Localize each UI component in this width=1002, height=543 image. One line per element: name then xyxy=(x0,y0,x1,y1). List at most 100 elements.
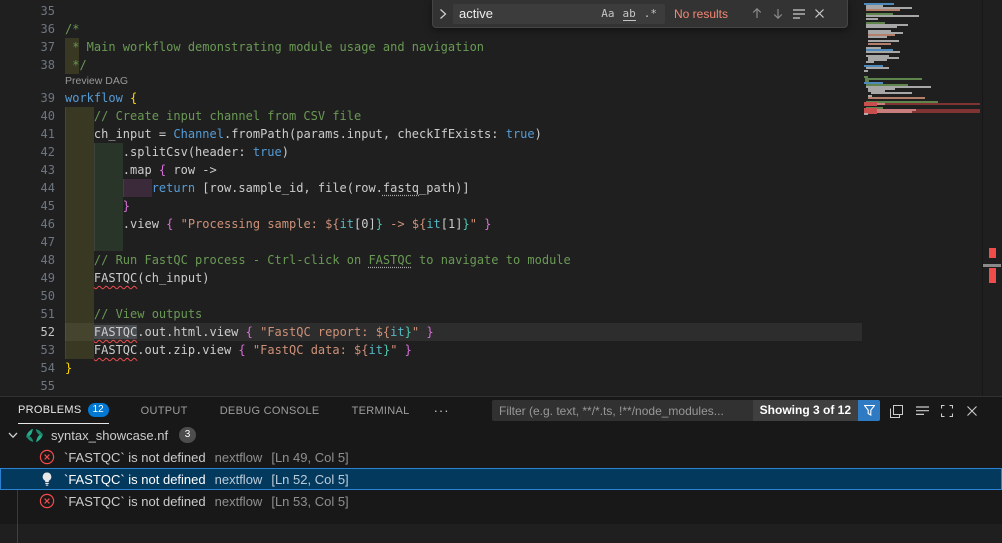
regex-icon[interactable]: .* xyxy=(640,7,661,20)
problem-row[interactable]: `FASTQC` is not definednextflow[Ln 53, C… xyxy=(0,490,1002,512)
line-number: 35 xyxy=(0,2,55,20)
indent-highlight xyxy=(65,233,94,251)
line-number: 48 xyxy=(0,251,55,269)
line-number: 53 xyxy=(0,341,55,359)
problem-message: `FASTQC` is not defined xyxy=(64,472,206,487)
error-icon xyxy=(39,493,55,509)
line-number: 41 xyxy=(0,125,55,143)
problems-filter-input[interactable]: Filter (e.g. text, **/*.ts, !**/node_mod… xyxy=(492,400,880,421)
problem-source: nextflow xyxy=(215,494,263,509)
code-line[interactable]: 53 FASTQC.out.zip.view { "FastQC data: $… xyxy=(65,341,862,359)
line-number: 47 xyxy=(0,233,55,251)
problems-count-badge: 12 xyxy=(88,403,109,417)
filter-funnel-icon[interactable] xyxy=(858,400,880,421)
code-line[interactable]: 42 .splitCsv(header: true) xyxy=(65,143,862,161)
cursor-position-mark xyxy=(983,264,1001,267)
line-number: 46 xyxy=(0,215,55,233)
code-line[interactable]: 38 */ xyxy=(65,56,862,74)
showing-count-badge: Showing 3 of 12 xyxy=(753,400,858,421)
indent-guide xyxy=(94,233,95,251)
code-line[interactable]: 48 // Run FastQC process - Ctrl-click on… xyxy=(65,251,862,269)
find-query[interactable]: active xyxy=(459,6,597,21)
panel-header: PROBLEMS 12 OUTPUT DEBUG CONSOLE TERMINA… xyxy=(0,397,1002,424)
line-number: 49 xyxy=(0,269,55,287)
close-panel-icon[interactable] xyxy=(962,401,982,421)
line-number: 50 xyxy=(0,287,55,305)
overview-ruler[interactable] xyxy=(982,0,1002,396)
code-lines[interactable]: 3536/*37 * Main workflow demonstrating m… xyxy=(65,2,862,395)
code-line[interactable]: 43 .map { row -> xyxy=(65,161,862,179)
find-in-selection-icon[interactable] xyxy=(788,3,809,25)
line-number: 51 xyxy=(0,305,55,323)
line-number: 42 xyxy=(0,143,55,161)
line-number: 38 xyxy=(0,56,55,74)
close-find-icon[interactable] xyxy=(809,3,830,25)
problems-file-row[interactable]: syntax_showcase.nf 3 xyxy=(0,424,1002,446)
problem-source: nextflow xyxy=(215,450,263,465)
code-line[interactable]: 41 ch_input = Channel.fromPath(params.in… xyxy=(65,125,862,143)
code-line[interactable]: 54} xyxy=(65,359,862,377)
problems-file-name: syntax_showcase.nf xyxy=(51,428,168,443)
code-line[interactable]: 39workflow { xyxy=(65,89,862,107)
view-as-table-icon[interactable] xyxy=(886,401,906,421)
whole-word-icon[interactable]: ab xyxy=(619,7,640,20)
code-line[interactable]: 40 // Create input channel from CSV file xyxy=(65,107,862,125)
problem-row[interactable]: `FASTQC` is not defined nextflow [Ln 49, C… xyxy=(0,446,1002,468)
error-mark xyxy=(989,268,996,283)
indent-guide xyxy=(65,233,66,251)
problems-panel: PROBLEMS 12 OUTPUT DEBUG CONSOLE TERMINA… xyxy=(0,396,1002,524)
error-mark xyxy=(989,248,996,258)
tab-debug-console[interactable]: DEBUG CONSOLE xyxy=(220,397,320,424)
problem-position: [Ln 53, Col 5] xyxy=(271,494,348,509)
code-editor[interactable]: 3536/*37 * Main workflow demonstrating m… xyxy=(0,0,1002,396)
find-input[interactable]: active Aa ab .* xyxy=(453,4,665,24)
line-number: 43 xyxy=(0,161,55,179)
problems-tree: syntax_showcase.nf 3 `FASTQC` is not def… xyxy=(0,424,1002,512)
code-line[interactable]: 55 xyxy=(65,377,862,395)
lightbulb-icon xyxy=(39,471,55,487)
code-line[interactable]: 51 // View outputs xyxy=(65,305,862,323)
tab-terminal[interactable]: TERMINAL xyxy=(352,397,410,424)
line-number: 36 xyxy=(0,20,55,38)
tab-problems[interactable]: PROBLEMS 12 xyxy=(18,397,109,424)
find-next-icon[interactable] xyxy=(767,3,788,25)
line-number: 37 xyxy=(0,38,55,56)
line-number: 52 xyxy=(0,323,55,341)
problem-position: [Ln 49, Col 5] xyxy=(271,450,348,465)
indent-highlight xyxy=(94,233,123,251)
code-line[interactable]: 37 * Main workflow demonstrating module … xyxy=(65,38,862,56)
find-previous-icon[interactable] xyxy=(746,3,767,25)
code-line[interactable]: 45 } xyxy=(65,197,862,215)
code-line[interactable]: 47 xyxy=(65,233,862,251)
minimap-line xyxy=(864,115,980,117)
problem-source: nextflow xyxy=(215,472,263,487)
code-line[interactable]: 52 FASTQC.out.html.view { "FastQC report… xyxy=(65,323,862,341)
filter-placeholder: Filter (e.g. text, **/*.ts, !**/node_mod… xyxy=(499,404,753,418)
code-line[interactable]: 46 .view { "Processing sample: ${it[0]} … xyxy=(65,215,862,233)
file-problem-count-badge: 3 xyxy=(179,427,196,443)
error-icon xyxy=(39,449,55,465)
line-number: 55 xyxy=(0,377,55,395)
problem-message: `FASTQC` is not defined xyxy=(64,450,206,465)
match-case-icon[interactable]: Aa xyxy=(597,7,618,20)
problem-row[interactable]: `FASTQC` is not defined nextflow [Ln 52, C… xyxy=(0,468,1002,490)
minimap[interactable] xyxy=(862,0,982,396)
indent-highlight xyxy=(65,287,94,305)
line-number: 45 xyxy=(0,197,55,215)
toggle-replace-chevron-icon[interactable] xyxy=(433,0,453,28)
tab-output[interactable]: OUTPUT xyxy=(141,397,188,424)
line-number: 39 xyxy=(0,89,55,107)
codelens-preview-dag[interactable]: Preview DAG xyxy=(65,74,862,89)
maximize-panel-icon[interactable] xyxy=(937,401,957,421)
code-line[interactable]: 44 return [row.sample_id, file(row.fastq… xyxy=(65,179,862,197)
indent-guide xyxy=(65,287,66,305)
collapse-all-icon[interactable] xyxy=(912,401,932,421)
line-number: 44 xyxy=(0,179,55,197)
more-tabs-icon[interactable]: ··· xyxy=(434,403,450,418)
find-widget: active Aa ab .* No results xyxy=(432,0,848,28)
line-number: 40 xyxy=(0,107,55,125)
chevron-down-icon xyxy=(6,428,20,442)
problem-position: [Ln 52, Col 5] xyxy=(271,472,348,487)
code-line[interactable]: 49 FASTQC(ch_input) xyxy=(65,269,862,287)
code-line[interactable]: 50 xyxy=(65,287,862,305)
